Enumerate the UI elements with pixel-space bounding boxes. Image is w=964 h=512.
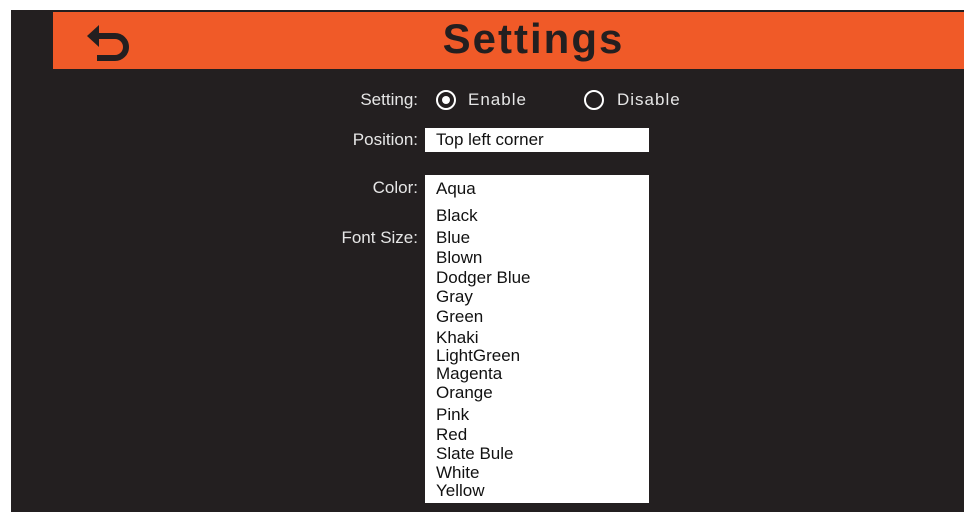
color-option-slate-bule[interactable]: Slate Bule (436, 445, 514, 463)
color-option-black[interactable]: Black (436, 207, 478, 225)
color-option-orange[interactable]: Orange (436, 384, 493, 402)
disable-radio-label[interactable]: Disable (617, 90, 681, 110)
enable-radio[interactable] (436, 90, 456, 110)
color-option-pink[interactable]: Pink (436, 406, 469, 424)
color-label: Color: (372, 178, 418, 197)
color-option-green[interactable]: Green (436, 308, 483, 326)
color-option-khaki[interactable]: Khaki (436, 329, 479, 347)
header-bar: Settings (53, 12, 964, 69)
color-option-white[interactable]: White (436, 464, 479, 482)
page-title: Settings (442, 15, 625, 62)
font-size-label: Font Size: (341, 228, 418, 247)
color-option-yellow[interactable]: Yellow (436, 482, 485, 500)
color-option-aqua[interactable]: Aqua (436, 180, 476, 198)
color-dropdown-list[interactable]: Aqua Black Blue Blown Dodger Blue Gray G… (425, 175, 649, 503)
disable-radio[interactable] (584, 90, 604, 110)
position-select[interactable]: Top left corner (425, 128, 649, 152)
color-option-dodger-blue[interactable]: Dodger Blue (436, 269, 531, 287)
color-option-blue[interactable]: Blue (436, 229, 470, 247)
color-option-red[interactable]: Red (436, 426, 467, 444)
position-label: Position: (352, 130, 418, 149)
enable-radio-label[interactable]: Enable (468, 90, 527, 110)
setting-label: Setting: (360, 90, 418, 109)
color-option-gray[interactable]: Gray (436, 288, 473, 306)
color-option-lightgreen[interactable]: LightGreen (436, 347, 520, 365)
color-option-magenta[interactable]: Magenta (436, 365, 502, 383)
color-option-blown[interactable]: Blown (436, 249, 482, 267)
